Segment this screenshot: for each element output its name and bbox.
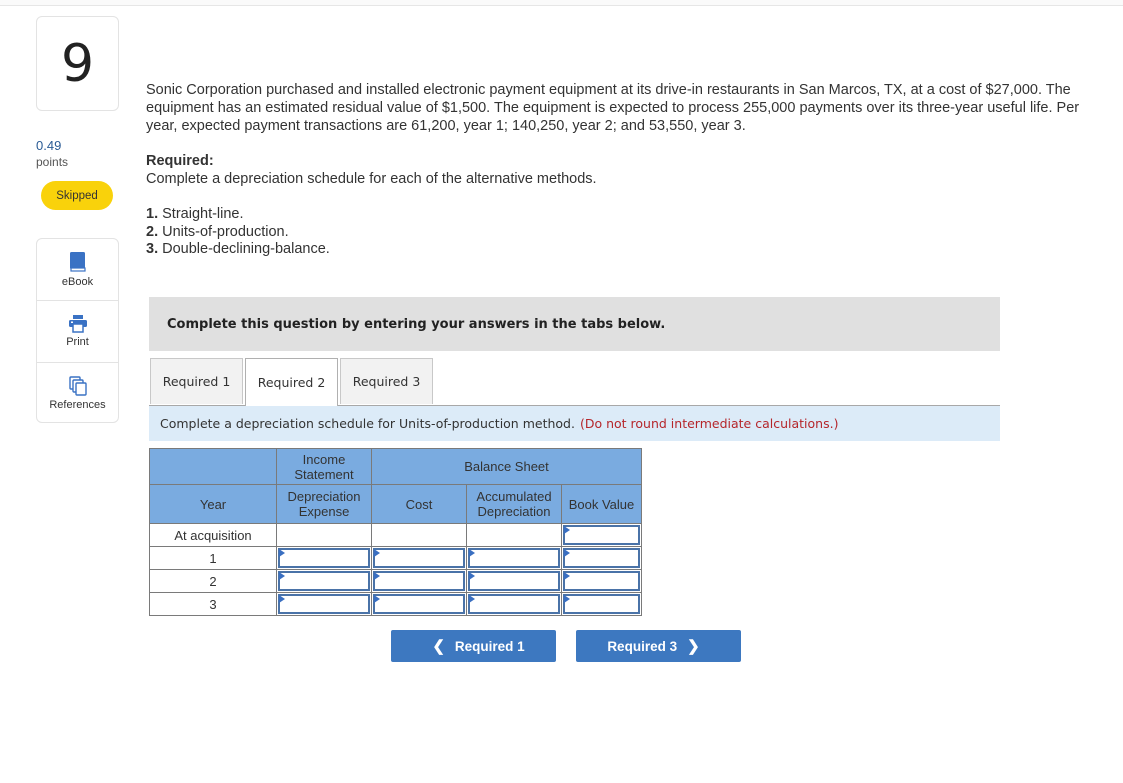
- income-statement-label: Income Statement: [294, 451, 354, 482]
- depreciation-schedule-table: Income Statement Balance Sheet Year Depr…: [149, 448, 642, 616]
- method-number: 1.: [146, 206, 159, 222]
- required-heading: Required:: [146, 153, 214, 169]
- depreciation-cell: [276, 569, 372, 593]
- year-cell: 3: [149, 592, 277, 616]
- book-value-input[interactable]: [565, 550, 642, 568]
- book-icon: [69, 252, 86, 272]
- question-text: Sonic Corporation purchased and installe…: [146, 82, 1080, 134]
- method-label: Units-of-production.: [162, 223, 289, 240]
- printer-icon: [68, 315, 87, 333]
- methods-list: 1. Straight-line. 2. Units-of-production…: [146, 206, 330, 259]
- points-label: points: [36, 155, 69, 169]
- table-row: At acquisition: [149, 523, 642, 547]
- group-header-row: Income Statement Balance Sheet: [149, 448, 642, 485]
- tab-required-1[interactable]: Required 1: [150, 358, 243, 404]
- prev-label: Required 1: [454, 638, 525, 654]
- depreciation-expense-label: Depreciation Expense: [287, 489, 361, 519]
- header-depreciation-expense: Depreciation Expense: [276, 484, 372, 524]
- accumulated-depreciation-label: Accumulated Depreciation: [476, 489, 552, 519]
- table-row: 1: [149, 546, 642, 570]
- chevron-left-icon: ❮: [432, 638, 445, 655]
- method-number: 2.: [146, 223, 159, 240]
- method-item: 2. Units-of-production.: [146, 224, 330, 242]
- method-number: 3.: [146, 241, 159, 257]
- cost-input[interactable]: [375, 573, 467, 591]
- method-label: Double-declining-balance.: [162, 241, 330, 257]
- book-value-cell: [561, 523, 642, 547]
- empty-cell: [371, 523, 467, 547]
- required-body: Complete a depreciation schedule for eac…: [146, 171, 597, 187]
- depreciation-input[interactable]: [280, 573, 372, 591]
- prev-required-button[interactable]: ❮ Required 1: [391, 630, 556, 662]
- depreciation-input[interactable]: [280, 550, 372, 568]
- header-blank: [149, 448, 277, 485]
- year-cell: 2: [149, 569, 277, 593]
- header-cost: Cost: [371, 484, 467, 524]
- empty-cell: [466, 523, 562, 547]
- method-item: 3. Double-declining-balance.: [146, 241, 330, 259]
- table-row: 2: [149, 569, 642, 593]
- instruction-note: (Do not round intermediate calculations.…: [579, 416, 839, 431]
- table-row: 3: [149, 592, 642, 616]
- depreciation-cell: [276, 592, 372, 616]
- depreciation-cell: [276, 546, 372, 570]
- accumulated-input[interactable]: [470, 550, 562, 568]
- tools-panel: eBook Print References: [36, 238, 119, 423]
- year-cell: At acquisition: [149, 523, 277, 547]
- accumulated-cell: [466, 569, 562, 593]
- book-value-input[interactable]: [565, 596, 642, 614]
- instructions-banner: Complete this question by entering your …: [149, 297, 1000, 351]
- tab-required-3[interactable]: Required 3: [340, 358, 433, 404]
- accumulated-input[interactable]: [470, 596, 562, 614]
- cost-cell: [371, 592, 467, 616]
- accumulated-cell: [466, 546, 562, 570]
- header-year: Year: [149, 484, 277, 524]
- book-value-cell: [561, 546, 642, 570]
- tab-bar: Required 1 Required 2 Required 3: [150, 358, 435, 406]
- year-cell: 1: [149, 546, 277, 570]
- empty-cell: [276, 523, 372, 547]
- header-balance-sheet: Balance Sheet: [371, 448, 642, 485]
- references-label: References: [49, 399, 106, 411]
- header-accumulated-depreciation: Accumulated Depreciation: [466, 484, 562, 524]
- top-bar: [0, 0, 1123, 6]
- question-number-text: 9: [60, 33, 95, 94]
- print-button[interactable]: Print: [37, 301, 118, 363]
- chevron-right-icon: ❯: [687, 638, 700, 655]
- print-label: Print: [66, 336, 89, 348]
- banner-text: Complete this question by entering your …: [167, 316, 666, 332]
- book-value-input[interactable]: [565, 573, 642, 591]
- cost-cell: [371, 546, 467, 570]
- status-badge: Skipped: [41, 181, 113, 210]
- ebook-button[interactable]: eBook: [37, 239, 118, 301]
- copy-icon: [68, 376, 87, 396]
- method-label: Straight-line.: [162, 206, 244, 222]
- references-button[interactable]: References: [37, 363, 118, 424]
- cost-input[interactable]: [375, 550, 467, 568]
- book-value-cell: [561, 569, 642, 593]
- depreciation-input[interactable]: [280, 596, 372, 614]
- book-value-input[interactable]: [565, 527, 642, 545]
- ebook-label: eBook: [61, 276, 94, 288]
- next-required-button[interactable]: Required 3 ❯: [576, 630, 741, 662]
- cost-cell: [371, 569, 467, 593]
- method-item: 1. Straight-line.: [146, 206, 330, 224]
- instruction-text: Complete a depreciation schedule for Uni…: [160, 416, 575, 431]
- tab-required-2[interactable]: Required 2: [245, 358, 338, 406]
- accumulated-cell: [466, 592, 562, 616]
- tab-instruction: Complete a depreciation schedule for Uni…: [149, 405, 1000, 441]
- points-value: 0.49: [36, 138, 62, 153]
- question-number: 9: [36, 16, 119, 111]
- next-label: Required 3: [607, 638, 678, 654]
- header-book-value: Book Value: [561, 484, 642, 524]
- book-value-cell: [561, 592, 642, 616]
- header-income-statement: Income Statement: [276, 448, 372, 485]
- column-header-row: Year Depreciation Expense Cost Accumulat…: [149, 484, 642, 524]
- accumulated-input[interactable]: [470, 573, 562, 591]
- cost-input[interactable]: [375, 596, 467, 614]
